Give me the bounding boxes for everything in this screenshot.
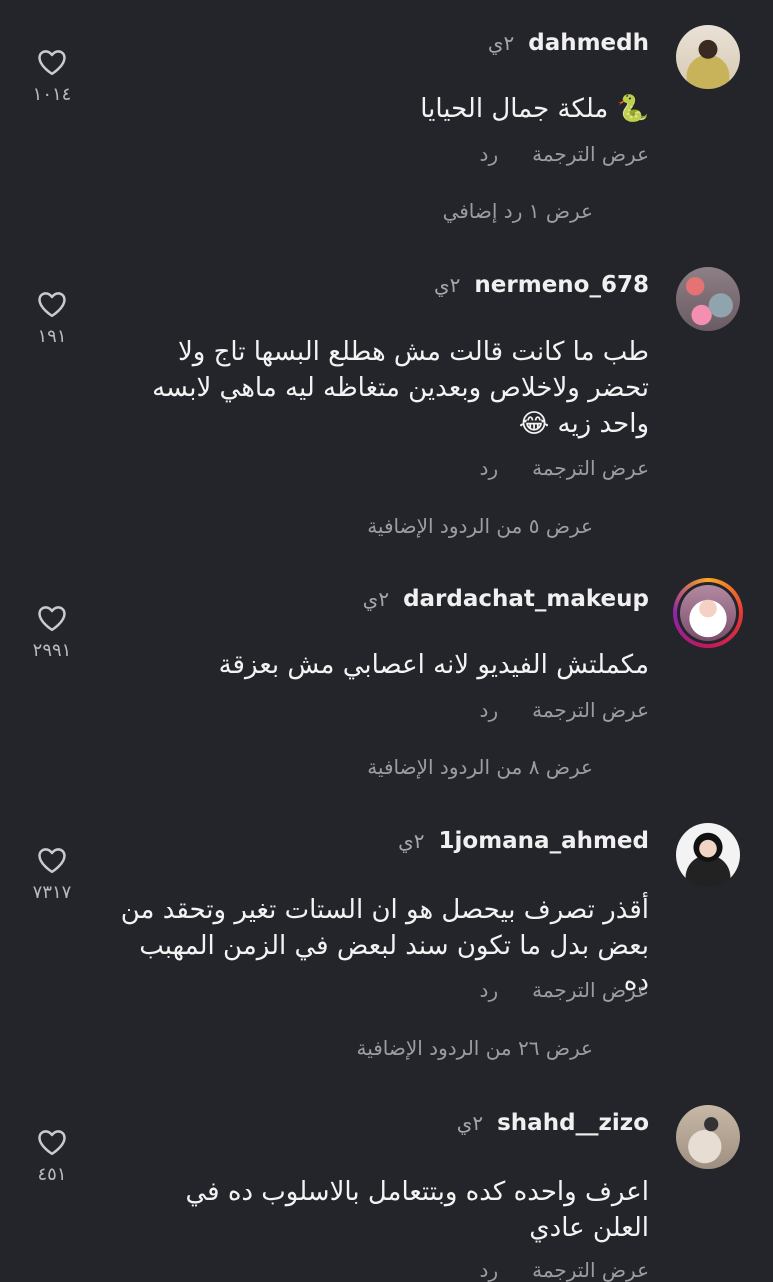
like-control: ١٠١٤ [20, 48, 84, 105]
comment-header: 1jomana_ahmed ٢ي [398, 828, 649, 854]
see-translation-button[interactable]: عرض الترجمة [532, 456, 649, 480]
like-count: ٢٩٩١ [32, 640, 72, 661]
comment-text: طب ما كانت قالت مش هطلع البسها تاج ولا ت… [152, 337, 649, 439]
comment-header: shahd__zizo ٢ي [457, 1110, 649, 1136]
like-count: ٧٣١٧ [32, 882, 72, 903]
see-translation-button[interactable]: عرض الترجمة [532, 142, 649, 166]
profile-photo [676, 267, 740, 331]
profile-photo [680, 585, 736, 641]
heart-outline-icon[interactable] [37, 846, 67, 874]
like-control: ٤٥١ [20, 1128, 84, 1185]
username[interactable]: 1jomana_ahmed [439, 828, 650, 854]
timestamp: ٢ي [362, 587, 390, 611]
like-control: ١٩١ [20, 290, 84, 347]
reply-button[interactable]: رد [480, 698, 499, 722]
comment-header: dahmedh ٢ي [488, 30, 649, 56]
comment-header: nermeno_678 ٢ي [434, 272, 649, 298]
heart-outline-icon[interactable] [37, 1128, 67, 1156]
heart-outline-icon[interactable] [37, 48, 67, 76]
comment-text: 🐍 ملكة جمال الحيايا [420, 94, 649, 124]
comment-item: shahd__zizo ٢ي اعرف واحده كده وبتتعامل ب… [0, 1102, 773, 1282]
view-more-replies[interactable]: عرض ٥ من الردود الإضافية [367, 514, 593, 538]
timestamp: ٢ي [487, 31, 515, 55]
profile-photo [676, 1105, 740, 1169]
view-more-replies[interactable]: عرض ٨ من الردود الإضافية [367, 755, 593, 779]
timestamp: ٢ي [456, 1111, 484, 1135]
comment-actions: رد عرض الترجمة [480, 978, 649, 1002]
comment-actions: رد عرض الترجمة [480, 1258, 649, 1282]
see-translation-button[interactable]: عرض الترجمة [532, 1258, 649, 1282]
see-translation-button[interactable]: عرض الترجمة [532, 698, 649, 722]
comment-actions: رد عرض الترجمة [480, 456, 649, 480]
heart-outline-icon[interactable] [37, 290, 67, 318]
avatar[interactable] [673, 578, 743, 648]
comment-actions: رد عرض الترجمة [480, 698, 649, 722]
comment-item: dardachat_makeup ٢ي مكملتش الفيديو لانه … [0, 578, 773, 798]
like-count: ٤٥١ [37, 1164, 67, 1185]
comment-actions: رد عرض الترجمة [480, 142, 649, 166]
avatar[interactable] [673, 1102, 743, 1172]
comment-item: 1jomana_ahmed ٢ي أقذر تصرف بيحصل هو ان ا… [0, 820, 773, 1080]
username[interactable]: dardachat_makeup [403, 586, 649, 612]
avatar[interactable] [673, 264, 743, 334]
username[interactable]: shahd__zizo [497, 1110, 649, 1136]
like-control: ٢٩٩١ [20, 604, 84, 661]
profile-photo [676, 25, 740, 89]
heart-outline-icon[interactable] [37, 604, 67, 632]
timestamp: ٢ي [434, 273, 461, 297]
view-more-replies[interactable]: عرض ٢٦ من الردود الإضافية [356, 1036, 593, 1060]
timestamp: ٢ي [398, 829, 425, 853]
comment-item: dahmedh ٢ي 🐍 ملكة جمال الحيايا رد عرض ال… [0, 22, 773, 242]
avatar[interactable] [673, 22, 743, 92]
like-control: ٧٣١٧ [20, 846, 84, 903]
see-translation-button[interactable]: عرض الترجمة [532, 978, 649, 1002]
reply-button[interactable]: رد [480, 978, 499, 1002]
profile-photo [676, 823, 740, 887]
comment-text: مكملتش الفيديو لانه اعصابي مش بعزقة [218, 650, 649, 680]
comment-text: اعرف واحده كده وبتتعامل بالاسلوب ده في ا… [185, 1177, 649, 1243]
reply-button[interactable]: رد [480, 142, 499, 166]
comment-header: dardachat_makeup ٢ي [363, 586, 649, 612]
like-count: ١٠١٤ [32, 84, 72, 105]
reply-button[interactable]: رد [480, 456, 499, 480]
reply-button[interactable]: رد [480, 1258, 499, 1282]
view-more-replies[interactable]: عرض ١ رد إضافي [443, 199, 593, 223]
like-count: ١٩١ [37, 326, 67, 347]
username[interactable]: nermeno_678 [474, 272, 649, 298]
username[interactable]: dahmedh [528, 30, 649, 56]
avatar[interactable] [673, 820, 743, 890]
comment-item: nermeno_678 ٢ي طب ما كانت قالت مش هطلع ا… [0, 264, 773, 564]
